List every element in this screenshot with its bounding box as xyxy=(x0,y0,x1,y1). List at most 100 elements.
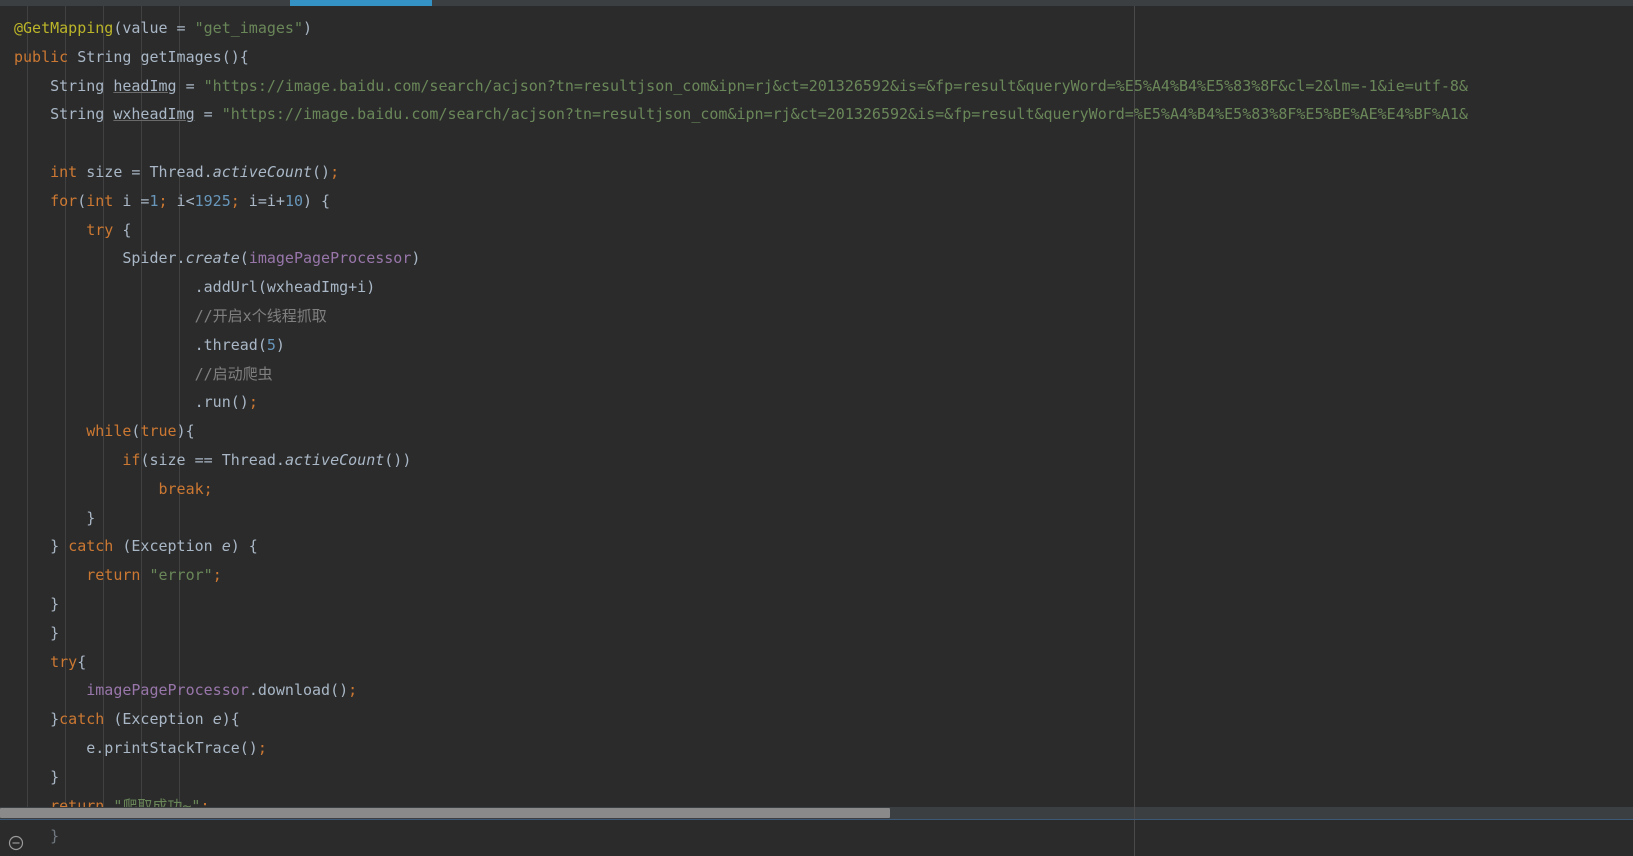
code-token: () xyxy=(312,162,331,181)
code-token: //启动爬虫 xyxy=(14,364,273,383)
code-token: for xyxy=(50,191,78,210)
code-token: catch xyxy=(59,710,105,729)
code-token: ) xyxy=(275,335,285,354)
code-token: String xyxy=(14,76,114,95)
code-token: value xyxy=(122,19,168,37)
code-token: i = xyxy=(113,191,150,210)
code-token: = xyxy=(194,105,222,124)
line-printstacktrace[interactable]: e.printStackTrace(); xyxy=(0,734,1633,763)
line-comment-start-spider[interactable]: //启动爬虫 xyxy=(0,360,1633,389)
code-token: 5 xyxy=(266,335,276,354)
horizontal-scrollbar-thumb[interactable] xyxy=(0,808,890,818)
line-spider-create[interactable]: Spider.create(imagePageProcessor) xyxy=(0,244,1633,273)
code-token: try xyxy=(50,652,78,671)
code-token: //开启x个线程抓取 xyxy=(14,306,327,325)
line-if-size[interactable]: if(size == Thread.activeCount()) xyxy=(0,446,1633,475)
code-token: ; xyxy=(230,191,240,210)
code-token: } xyxy=(14,767,60,786)
code-token: if xyxy=(122,450,141,469)
code-token: { xyxy=(239,47,249,66)
code-token: activeCount xyxy=(284,450,385,469)
line-close-for[interactable]: } xyxy=(0,619,1633,648)
line-run[interactable]: .run(); xyxy=(0,388,1633,417)
code-token: .run() xyxy=(14,393,249,412)
line-download[interactable]: imagePageProcessor.download(); xyxy=(0,676,1633,705)
code-token: headImg xyxy=(113,76,177,95)
line-break[interactable]: break; xyxy=(0,475,1633,504)
code-token: 1 xyxy=(149,191,159,210)
line-thread[interactable]: .thread(5) xyxy=(0,331,1633,360)
code-token: true xyxy=(140,422,177,441)
line-headimg[interactable]: String headImg = "https://image.baidu.co… xyxy=(0,72,1633,101)
code-token: ) xyxy=(221,710,231,729)
line-blank-1[interactable] xyxy=(0,129,1633,158)
code-token: "error" xyxy=(149,566,213,585)
code-token: ; xyxy=(212,566,222,585)
line-close-catch-2[interactable]: } xyxy=(0,763,1633,792)
line-comment-threads[interactable]: //开启x个线程抓取 xyxy=(0,302,1633,331)
code-token: .thread( xyxy=(14,335,267,354)
code-token: 10 xyxy=(284,191,303,210)
code-token: getImages xyxy=(140,47,222,66)
line-size[interactable]: int size = Thread.activeCount(); xyxy=(0,158,1633,187)
caret-row-separator xyxy=(0,819,1633,820)
line-getmapping[interactable]: @GetMapping(value = "get_images") xyxy=(0,14,1633,43)
code-token: ; xyxy=(158,191,168,210)
line-return-error[interactable]: return "error"; xyxy=(0,561,1633,590)
code-token: { xyxy=(185,422,195,441)
line-try-1[interactable]: try { xyxy=(0,216,1633,245)
line-for[interactable]: for(int i =1; i<1925; i=i+10) { xyxy=(0,187,1633,216)
code-token: = xyxy=(167,19,195,37)
code-token: ) xyxy=(176,422,186,441)
code-token: 1925 xyxy=(194,191,231,210)
editor-bottom-edge: } xyxy=(0,819,1633,856)
code-token: () xyxy=(221,47,240,66)
next-line-text: } xyxy=(14,827,60,845)
line-addurl[interactable]: .addUrl(wxheadImg+i) xyxy=(0,273,1633,302)
code-token: { xyxy=(77,652,87,671)
java-code-editor[interactable]: @GetMapping(value = "get_images") public … xyxy=(0,6,1633,807)
code-token: ) xyxy=(411,249,421,268)
code-token: = xyxy=(176,76,204,95)
line-while[interactable]: while(true){ xyxy=(0,417,1633,446)
line-return-success[interactable]: return "爬取成功~"; xyxy=(0,792,1633,807)
code-token: (size == Thread. xyxy=(140,450,285,469)
code-token: catch xyxy=(68,537,114,556)
code-token: String xyxy=(68,47,141,66)
code-token: imagePageProcessor xyxy=(86,681,249,700)
code-token: } xyxy=(14,623,60,642)
code-token: int xyxy=(50,162,78,181)
line-close-catch-1[interactable]: } xyxy=(0,590,1633,619)
code-token: break xyxy=(158,479,204,498)
code-token: } xyxy=(14,710,60,729)
line-catch-1[interactable]: } catch (Exception e) { xyxy=(0,532,1633,561)
code-token: (Exception xyxy=(104,710,213,729)
code-token: ; xyxy=(200,796,210,807)
line-close-while[interactable]: } xyxy=(0,504,1633,533)
line-catch-2[interactable]: }catch (Exception e){ xyxy=(0,705,1633,734)
code-token: @GetMapping xyxy=(14,19,114,37)
code-token: } xyxy=(14,508,96,527)
horizontal-scrollbar[interactable] xyxy=(0,807,1633,819)
code-token: } xyxy=(14,537,69,556)
code-token: e xyxy=(221,537,231,556)
line-wxheadimg[interactable]: String wxheadImg = "https://image.baidu.… xyxy=(0,100,1633,129)
line-try-2[interactable]: try{ xyxy=(0,648,1633,677)
code-token: ) { xyxy=(303,191,331,210)
line-method-signature[interactable]: public String getImages(){ xyxy=(0,43,1633,72)
code-token: i=i+ xyxy=(239,191,285,210)
code-token: ; xyxy=(203,479,213,498)
code-token: ; xyxy=(330,162,340,181)
code-token: int xyxy=(86,191,114,210)
code-token: wxheadImg xyxy=(113,105,195,124)
code-token: size = Thread. xyxy=(77,162,213,181)
code-content[interactable]: @GetMapping(value = "get_images") public … xyxy=(0,6,1633,807)
code-token: ( xyxy=(77,191,87,210)
